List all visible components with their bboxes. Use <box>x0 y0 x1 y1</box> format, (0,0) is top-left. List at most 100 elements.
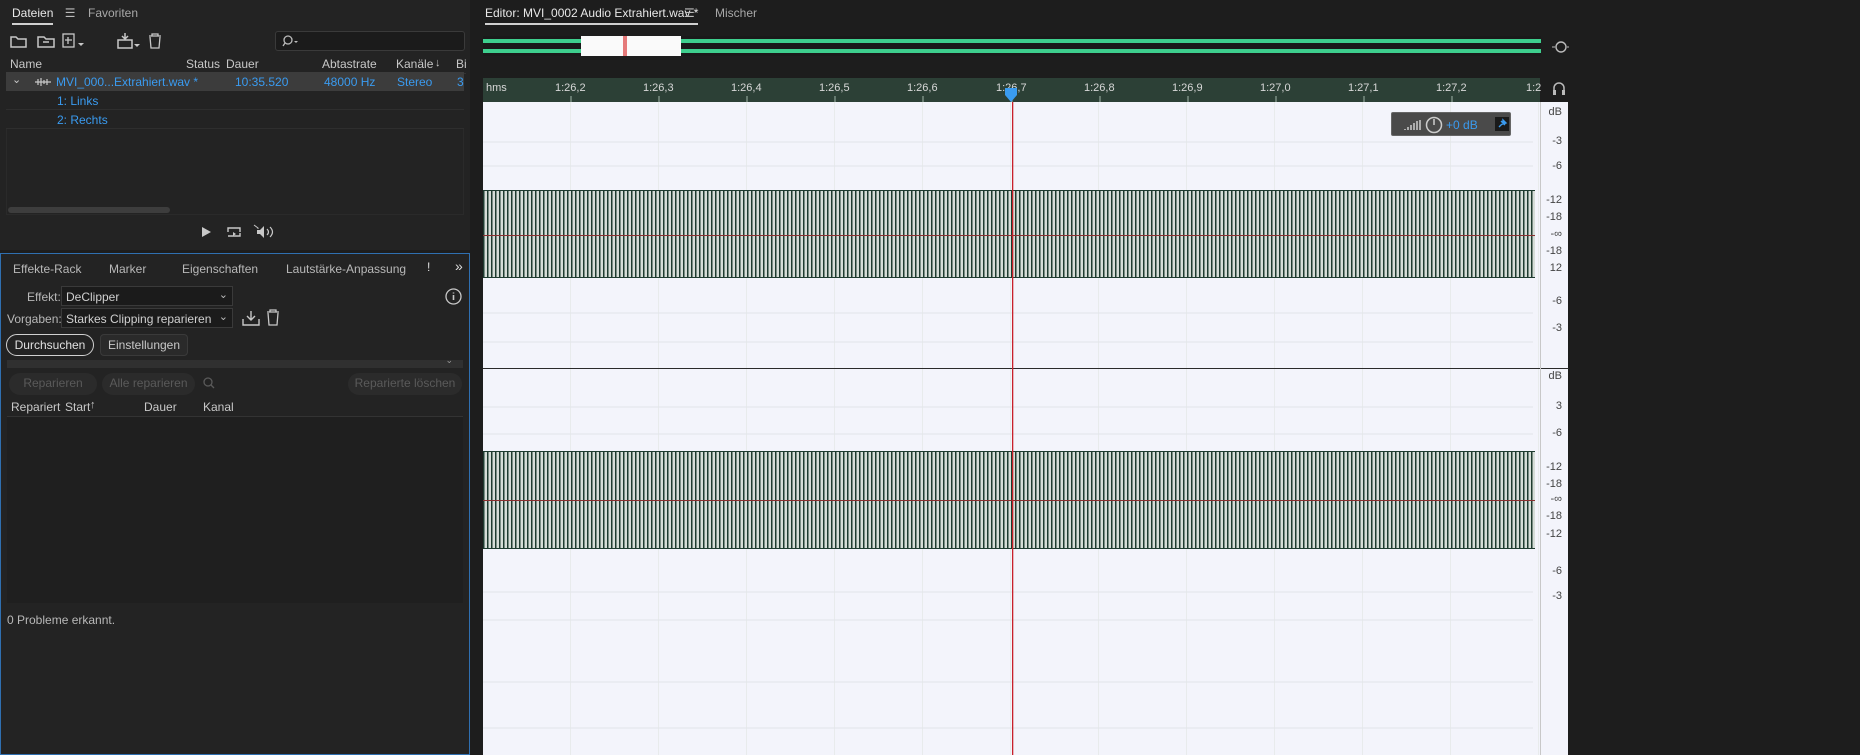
level-bars-icon <box>1404 120 1421 130</box>
insert-into-multitrack-icon[interactable] <box>116 32 140 50</box>
tab-overflow-marker[interactable]: ! <box>427 260 430 274</box>
col-repaired[interactable]: Repariert <box>11 397 60 417</box>
db-label: -12 <box>1546 194 1562 206</box>
files-tab[interactable]: Dateien ☰ <box>12 6 75 26</box>
horizontal-scrollbar[interactable] <box>8 207 170 213</box>
col-start[interactable]: Start <box>65 397 90 417</box>
delete-repaired-button[interactable]: Reparierte löschen <box>348 373 462 395</box>
col-duration[interactable]: Dauer <box>226 54 259 74</box>
db-scale[interactable]: dB -3 -6 -12 -18 -∞ -18 12 -6 -3 dB 3 -6… <box>1540 102 1569 755</box>
delete-preset-icon[interactable] <box>266 309 280 326</box>
section-divider[interactable]: ⌄ <box>7 355 463 368</box>
preset-select[interactable]: Starkes Clipping reparieren ⌄ <box>61 308 233 328</box>
col-channels[interactable]: Kanäle <box>396 54 433 74</box>
more-tabs-icon[interactable]: » <box>455 258 463 274</box>
zoom-icon[interactable] <box>203 377 215 389</box>
col-samplerate[interactable]: Abtastrate <box>322 54 377 74</box>
ruler-tick: 1:27,2 <box>1436 82 1467 94</box>
file-row[interactable]: ⌄ MVI_000...Extrahiert.wav * 10:35.520 4… <box>6 72 464 91</box>
info-icon[interactable] <box>445 288 462 305</box>
scan-button[interactable]: Durchsuchen <box>6 334 94 356</box>
search-input[interactable] <box>275 31 465 51</box>
db-label: -18 <box>1546 211 1562 223</box>
menu-icon[interactable]: ☰ <box>65 6 76 20</box>
ruler-tick: 1:26,6 <box>907 82 938 94</box>
new-file-icon[interactable] <box>62 33 86 49</box>
headphones-icon[interactable] <box>1552 82 1566 96</box>
file-samplerate: 48000 Hz <box>324 75 376 89</box>
trash-icon[interactable] <box>148 33 162 49</box>
channel-row-right[interactable]: 2: Rechts <box>6 110 464 129</box>
play-icon[interactable] <box>200 226 212 238</box>
status-text: 0 Probleme erkannt. <box>7 613 116 627</box>
col-duration[interactable]: Dauer <box>144 397 177 417</box>
effects-panel: Effekte-Rack Marker Eigenschaften Lautst… <box>0 253 470 755</box>
db-label: -12 <box>1546 461 1562 473</box>
channel-right-label: 2: Rechts <box>57 113 108 127</box>
chevron-down-icon: ⌄ <box>218 289 228 301</box>
db-label: -3 <box>1552 322 1562 334</box>
files-tab-label: Dateien <box>12 6 54 25</box>
channel-divider <box>1541 368 1569 369</box>
file-channels: Stereo <box>397 75 433 89</box>
loop-icon[interactable] <box>226 225 244 239</box>
db-label: -6 <box>1552 427 1562 439</box>
waveform-area[interactable]: +0 dB <box>483 102 1540 755</box>
search-icon <box>282 35 298 47</box>
ruler-tick: 1:27,1 <box>1348 82 1379 94</box>
gain-knob-icon[interactable] <box>1425 116 1443 134</box>
files-list-area <box>6 129 464 215</box>
preset-select-value: Starkes Clipping reparieren <box>66 312 212 326</box>
ruler-unit: hms <box>486 82 507 94</box>
ruler-tick: 1:26,9 <box>1172 82 1203 94</box>
files-panel: Dateien ☰ Favoriten Name Status Dauer Ab… <box>0 0 470 250</box>
files-table-header: Name Status Dauer Abtastrate Kanäle ↓ Bi <box>6 54 467 74</box>
editor-menu-icon[interactable]: ☰ <box>684 6 695 20</box>
open-folder-icon[interactable] <box>10 34 28 48</box>
pin-icon[interactable] <box>1495 117 1509 131</box>
tab-effects-rack[interactable]: Effekte-Rack <box>13 262 81 276</box>
editor-panel: Editor: MVI_0002 Audio Extrahiert.wav * … <box>477 0 1860 755</box>
db-label: -12 <box>1546 528 1562 540</box>
tab-loudness[interactable]: Lautstärke-Anpassung <box>286 262 406 276</box>
ruler-tick: 1:26,2 <box>555 82 586 94</box>
file-duration: 10:35.520 <box>235 75 289 89</box>
editor-tab[interactable]: Editor: MVI_0002 Audio Extrahiert.wav * <box>485 6 699 25</box>
favorites-tab[interactable]: Favoriten <box>88 6 138 20</box>
playhead-handle[interactable] <box>1005 88 1017 102</box>
waveform-left-channel <box>483 190 1535 278</box>
waveform-file-icon <box>35 78 51 86</box>
save-preset-icon[interactable] <box>242 310 260 326</box>
chevron-down-icon: ⌄ <box>218 311 228 323</box>
clip-table-body <box>7 417 463 603</box>
autoplay-volume-icon[interactable] <box>253 224 275 240</box>
settings-button[interactable]: Einstellungen <box>100 334 188 356</box>
zoom-icon[interactable] <box>1551 40 1569 56</box>
col-status[interactable]: Status <box>186 54 220 74</box>
col-bit[interactable]: Bi <box>456 54 467 74</box>
ruler-tick: 1:26,8 <box>1084 82 1115 94</box>
tab-marker[interactable]: Marker <box>109 262 146 276</box>
ruler-tick: 1:26,4 <box>731 82 762 94</box>
ruler-tick: 1:26,3 <box>643 82 674 94</box>
mixer-tab[interactable]: Mischer <box>715 6 757 20</box>
effect-label: Effekt: <box>27 290 61 304</box>
repair-all-button[interactable]: Alle reparieren <box>102 373 195 395</box>
overview-waveform[interactable] <box>483 36 1541 56</box>
effect-select-value: DeClipper <box>66 290 120 304</box>
repair-button[interactable]: Reparieren <box>9 373 97 395</box>
db-label: -3 <box>1552 135 1562 147</box>
effects-tabs: Effekte-Rack Marker Eigenschaften Lautst… <box>1 254 469 282</box>
chevron-down-icon: ⌄ <box>445 355 453 365</box>
col-channel[interactable]: Kanal <box>203 397 234 417</box>
files-toolbar <box>10 31 470 52</box>
effect-select[interactable]: DeClipper ⌄ <box>61 286 233 306</box>
import-icon[interactable] <box>36 33 56 49</box>
channel-row-left[interactable]: 1: Links <box>6 91 464 110</box>
col-name[interactable]: Name <box>10 54 42 74</box>
tab-properties[interactable]: Eigenschaften <box>182 262 258 276</box>
collapse-chevron-icon[interactable]: ⌄ <box>12 73 21 86</box>
gain-hud[interactable]: +0 dB <box>1391 112 1511 136</box>
db-label: -6 <box>1552 565 1562 577</box>
ruler-tick: 1:2 <box>1526 82 1542 94</box>
